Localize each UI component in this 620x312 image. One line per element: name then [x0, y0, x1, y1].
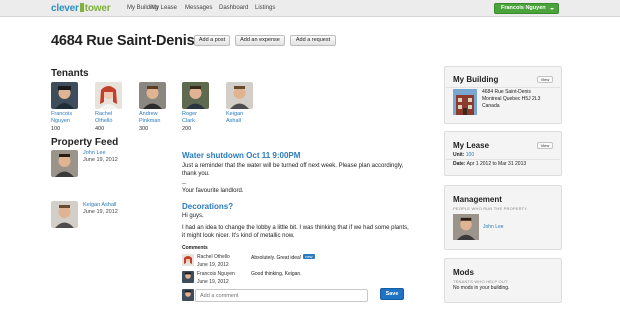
my-lease-panel: My Lease View Unit: 100 Date: Apr 1 2012… [444, 131, 562, 176]
post-title[interactable]: Water shutdown Oct 11 9:00PM [182, 151, 300, 160]
comment-text: Good thinking, Keigan. [251, 271, 302, 277]
tenant-first-name: Andrew [139, 111, 158, 117]
comment-text: Absolutely. Great idea! [251, 255, 302, 261]
post-greeting: Hi guys, [182, 213, 204, 219]
mods-title: Mods [453, 268, 474, 277]
post-author[interactable]: John Lee [83, 150, 106, 156]
page-title: 4684 Rue Saint-Denis [51, 33, 195, 49]
my-building-view-button[interactable]: View [537, 76, 553, 83]
tenant-first-name: Keigan [226, 111, 244, 117]
avatar[interactable] [51, 201, 78, 228]
tenant-name-francois[interactable]: Francois Nguyen [51, 111, 72, 125]
add-post-button[interactable]: Add a post [194, 35, 230, 46]
post-body-line: thank you. [182, 171, 210, 177]
my-lease-title: My Lease [453, 141, 490, 150]
tenant-name-andrew[interactable]: Andrew Pinkman [139, 111, 160, 125]
my-building-title: My Building [453, 75, 499, 84]
add-comment-input[interactable] [195, 289, 368, 302]
mods-empty-text: No mods in your building. [453, 285, 510, 291]
nav-dashboard[interactable]: Dashboard [219, 5, 248, 11]
tenant-photo-rachel[interactable] [95, 82, 122, 109]
tenant-last-name: Pinkman [139, 118, 161, 124]
management-title: Management [453, 195, 502, 204]
avatar [182, 289, 194, 301]
logo-text-left: clever [51, 3, 79, 14]
avatar[interactable] [182, 254, 194, 266]
avatar[interactable] [51, 150, 78, 177]
avatar[interactable] [182, 271, 194, 283]
divider [446, 159, 560, 160]
tenant-unit-roger: 200 [182, 126, 192, 132]
building-address-line1: 4684 Rue Saint-Denis [482, 89, 531, 95]
comment-date: June 19, 2012 [197, 262, 229, 268]
post-date: June 19, 2012 [83, 209, 118, 215]
tenant-first-name: Francois [51, 111, 73, 117]
divider [446, 87, 560, 88]
tenant-unit-rachel: 400 [95, 126, 105, 132]
nav-my-lease[interactable]: My Lease [151, 5, 177, 11]
tenants-heading: Tenants [51, 68, 89, 79]
post-signature: Your favourite landlord. [182, 188, 244, 194]
lease-date-value: Apr 1 2012 to Mar 31 2013 [466, 161, 527, 167]
post-body-line: Just a reminder that the water will be t… [182, 163, 404, 169]
save-comment-button[interactable]: Save [380, 288, 404, 300]
new-badge: new [303, 254, 315, 259]
my-building-panel: My Building View 4684 Rue Saint-Denis Mo… [444, 66, 562, 124]
tenant-unit-francois: 100 [51, 126, 61, 132]
post-body-line: it might look nicer. It's kind of metall… [182, 233, 295, 239]
chevron-down-icon [550, 8, 554, 10]
post-title[interactable]: Decorations? [182, 202, 233, 211]
tenant-photo-keigan[interactable] [226, 82, 253, 109]
management-panel: Management PEOPLE WHO RUN THE PROPERTY J… [444, 185, 562, 250]
tenant-last-name: Clark [182, 118, 195, 124]
post-author[interactable]: Keigan Ashall [83, 202, 116, 208]
lease-unit-label: Unit: [453, 152, 465, 158]
tenant-photo-roger[interactable] [182, 82, 209, 109]
tenant-name-rachel[interactable]: Rachel Othello [95, 111, 112, 125]
mods-panel: Mods TENANTS WHO HELP OUT No mods in you… [444, 258, 562, 303]
property-feed-heading: Property Feed [51, 137, 119, 148]
lease-unit-row: Unit: 100 [453, 152, 474, 159]
tenant-first-name: Roger [182, 111, 197, 117]
top-navbar: clever tower My Building My Lease Message… [0, 0, 620, 17]
building-photo[interactable] [453, 89, 477, 115]
comment-text-row: Absolutely. Great idea! new [251, 254, 315, 261]
avatar[interactable] [453, 214, 479, 240]
tenant-last-name: Othello [95, 118, 113, 124]
tower-icon [79, 3, 84, 12]
comment-author[interactable]: Francois Nguyen [197, 271, 235, 277]
management-subtitle: PEOPLE WHO RUN THE PROPERTY [453, 206, 528, 211]
my-lease-view-button[interactable]: View [537, 142, 553, 149]
lease-date-row: Date: Apr 1 2012 to Mar 31 2013 [453, 161, 526, 168]
add-request-button[interactable]: Add a request [290, 35, 336, 46]
mods-subtitle: TENANTS WHO HELP OUT [453, 279, 508, 284]
user-menu-button[interactable]: Francois Nguyen [494, 3, 559, 14]
logo[interactable]: clever tower [51, 3, 111, 14]
manager-name[interactable]: John Lee [483, 224, 504, 231]
tenant-name-roger[interactable]: Roger Clark [182, 111, 197, 125]
logo-text-right: tower [84, 3, 111, 14]
tenant-last-name: Nguyen [51, 118, 70, 124]
nav-messages[interactable]: Messages [185, 5, 212, 11]
lease-date-label: Date: [453, 161, 466, 167]
building-address-line3: Canada [482, 103, 500, 109]
tenant-unit-andrew: 300 [139, 126, 149, 132]
comment-author[interactable]: Rachel Othello [197, 254, 230, 260]
tenant-photo-andrew[interactable] [139, 82, 166, 109]
add-expense-button[interactable]: Add an expense [235, 35, 285, 46]
tenant-last-name: Ashall [226, 118, 241, 124]
user-name: Francois Nguyen [501, 5, 546, 11]
building-address-line2: Montreal Quebec H5J 2L3 [482, 96, 541, 102]
tenant-photo-francois[interactable] [51, 82, 78, 109]
comments-label: Comments [182, 245, 208, 251]
tenant-name-keigan[interactable]: Keigan Ashall [226, 111, 243, 125]
lease-unit-value[interactable]: 100 [466, 152, 474, 158]
nav-listings[interactable]: Listings [255, 5, 275, 11]
tenant-first-name: Rachel [95, 111, 113, 117]
comment-date: June 19, 2012 [197, 279, 229, 285]
post-date: June 19, 2012 [83, 157, 118, 163]
